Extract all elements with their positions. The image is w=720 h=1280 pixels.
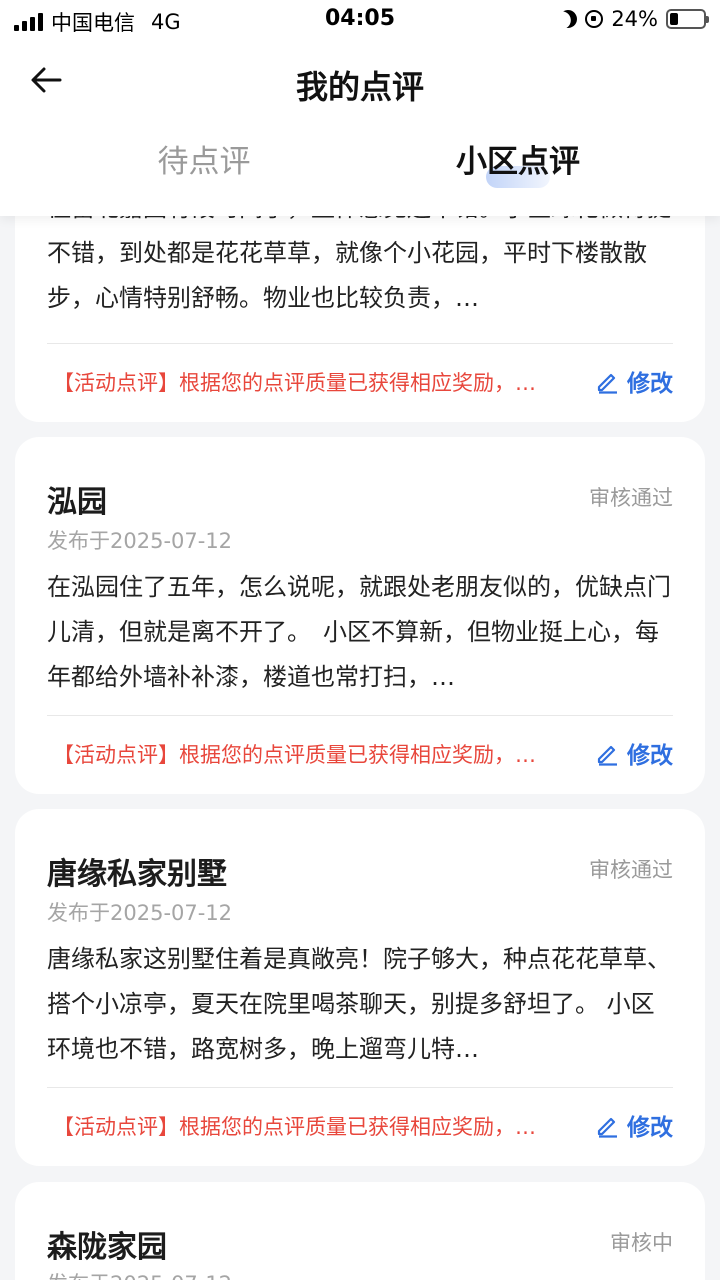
divider — [47, 715, 673, 716]
edit-pencil-icon — [597, 1117, 617, 1138]
publish-date: 发布于2025-07-12 — [47, 1268, 232, 1280]
review-content: 唐缘私家这别墅住着是真敞亮！院子够大，种点花花草草、搭个小凉亭，夏天在院里喝茶聊… — [47, 945, 671, 1063]
edit-button[interactable]: 修改 — [595, 364, 673, 398]
edit-pencil-icon — [597, 745, 617, 766]
activity-note: 【活动点评】根据您的点评质量已获得相应奖励，… — [53, 371, 536, 395]
publish-date: 发布于2025-07-12 — [47, 901, 233, 925]
review-status: 审核通过 — [589, 858, 673, 882]
edit-label: 修改 — [627, 1115, 673, 1141]
review-card[interactable]: 唐缘私家别墅 审核通过 发布于2025-07-12 唐缘私家这别墅住着是真敞亮！… — [15, 809, 705, 1166]
edit-label: 修改 — [627, 743, 673, 769]
page-title: 我的点评 — [295, 68, 424, 106]
edit-button[interactable]: 修改 — [595, 736, 673, 770]
review-content: 在泓园住了五年，怎么说呢，就跟处老朋友似的，优缺点门儿清，但就是离不开了。 小区… — [47, 573, 671, 691]
edit-label: 修改 — [627, 371, 673, 397]
divider — [47, 343, 673, 344]
battery-icon — [666, 9, 709, 29]
review-card[interactable]: 森陇家园 审核中 发布于2025-07-12 — [15, 1182, 705, 1280]
edit-button[interactable]: 修改 — [595, 1108, 673, 1142]
edit-pencil-icon — [597, 373, 617, 394]
tab-bar: 待点评 小区点评 — [0, 136, 720, 196]
community-name: 森陇家园 — [47, 1230, 167, 1265]
do-not-disturb-icon — [556, 7, 581, 32]
rotation-lock-icon — [585, 10, 604, 28]
tab-pending-review[interactable]: 待点评 — [54, 136, 354, 181]
status-bar: 中国电信 4G 04:05 24% — [0, 0, 720, 40]
review-card[interactable]: 泓园 审核通过 发布于2025-07-12 在泓园住了五年，怎么说呢，就跟处老朋… — [15, 437, 705, 794]
divider — [47, 1087, 673, 1088]
publish-date: 发布于2025-07-12 — [47, 529, 233, 553]
status-right: 24% — [556, 7, 709, 32]
activity-note: 【活动点评】根据您的点评质量已获得相应奖励，… — [53, 1115, 536, 1139]
activity-note: 【活动点评】根据您的点评质量已获得相应奖励，… — [53, 743, 536, 767]
page-header: 我的点评 待点评 小区点评 — [0, 40, 720, 216]
community-name: 泓园 — [47, 485, 107, 520]
review-status: 审核通过 — [589, 486, 673, 510]
review-status: 审核中 — [610, 1231, 673, 1255]
battery-percent: 24% — [611, 7, 658, 31]
community-name: 唐缘私家别墅 — [47, 857, 227, 892]
tab-community-review[interactable]: 小区点评 — [368, 136, 668, 181]
battery-fill — [670, 13, 678, 25]
app-root: 住富北嘉园有段时间了，整体感觉还不错。小区绿化做得挺不错，到处都是花花草草，就像… — [0, 0, 720, 1280]
